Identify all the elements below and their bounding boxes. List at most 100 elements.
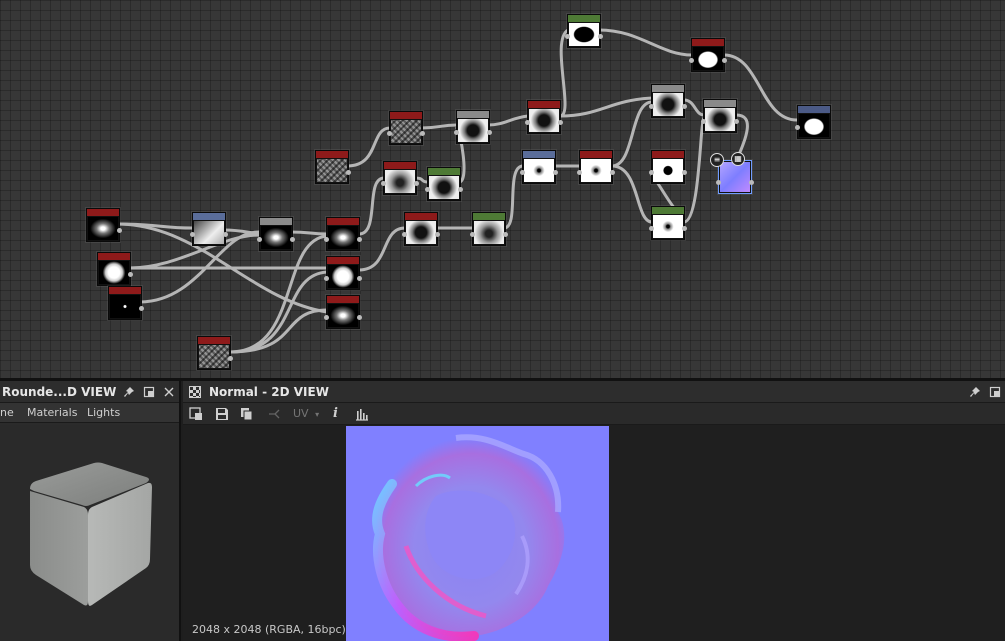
node-blend-c[interactable] xyxy=(324,295,362,329)
2d-viewport[interactable]: 2048 x 2048 (RGBA, 16bpc) xyxy=(183,425,1005,641)
input-port[interactable] xyxy=(520,170,525,175)
node-gradient[interactable] xyxy=(190,212,228,246)
input-port[interactable] xyxy=(324,315,329,320)
pin-icon[interactable] xyxy=(969,386,981,398)
node-shape-ellipse[interactable] xyxy=(86,208,122,242)
input-port[interactable] xyxy=(565,34,570,39)
node-output-mask[interactable] xyxy=(565,14,603,48)
document-icon[interactable]: ≡ xyxy=(710,153,724,167)
node-warp-c[interactable] xyxy=(454,110,492,144)
node-blend-e[interactable] xyxy=(649,84,687,118)
save-icon[interactable] xyxy=(215,407,229,421)
output-port[interactable] xyxy=(558,120,563,125)
input-port[interactable] xyxy=(402,232,407,237)
output-port[interactable] xyxy=(553,170,558,175)
input-port[interactable] xyxy=(387,131,392,136)
histogram-icon[interactable] xyxy=(355,407,369,421)
input-port[interactable] xyxy=(649,104,654,109)
node-blend-gray[interactable] xyxy=(257,217,295,251)
undock-icon[interactable] xyxy=(989,386,1001,398)
node-blur-a[interactable] xyxy=(470,212,508,246)
output-port[interactable] xyxy=(420,131,425,136)
node-shape-disc[interactable] xyxy=(97,252,133,286)
rounded-cube-preview xyxy=(30,462,152,606)
output-port[interactable] xyxy=(357,276,362,281)
output-port[interactable] xyxy=(598,34,603,39)
output-port[interactable] xyxy=(487,130,492,135)
node-noise-small[interactable] xyxy=(315,150,351,184)
input-port[interactable] xyxy=(525,120,530,125)
output-port[interactable] xyxy=(357,237,362,242)
output-port[interactable] xyxy=(139,306,144,311)
output-port[interactable] xyxy=(117,228,122,233)
node-dot-blue[interactable] xyxy=(520,150,558,184)
input-port[interactable] xyxy=(701,119,706,124)
output-port[interactable] xyxy=(435,232,440,237)
input-port[interactable] xyxy=(470,232,475,237)
output-port[interactable] xyxy=(346,170,351,175)
input-port[interactable] xyxy=(190,232,195,237)
node-output-final[interactable] xyxy=(795,105,831,139)
input-port[interactable] xyxy=(324,276,329,281)
node-warp-b[interactable] xyxy=(425,167,463,201)
info-icon[interactable]: i xyxy=(333,407,338,421)
output-port[interactable] xyxy=(290,237,295,242)
input-port[interactable] xyxy=(257,237,262,242)
output-port[interactable] xyxy=(734,119,739,124)
node-header xyxy=(528,101,560,108)
menu-materials[interactable]: Materials xyxy=(27,403,77,423)
input-port[interactable] xyxy=(649,226,654,231)
node-dot-green[interactable] xyxy=(649,206,687,240)
node-noise-large[interactable] xyxy=(387,111,425,145)
output-port[interactable] xyxy=(610,170,615,175)
output-port[interactable] xyxy=(458,187,463,192)
menu-scene[interactable]: ne xyxy=(0,403,14,423)
output-port[interactable] xyxy=(682,104,687,109)
node-header xyxy=(580,151,612,158)
output-port[interactable] xyxy=(414,181,419,186)
node-levels-white-mask[interactable] xyxy=(689,38,727,72)
input-port[interactable] xyxy=(425,187,430,192)
node-blend-a[interactable] xyxy=(324,217,362,251)
uv-dropdown[interactable]: UV ▾ xyxy=(293,407,319,421)
output-port[interactable] xyxy=(357,315,362,320)
output-port[interactable] xyxy=(503,232,508,237)
node-noise-bottom[interactable] xyxy=(197,336,233,370)
input-port[interactable] xyxy=(324,237,329,242)
output-port[interactable] xyxy=(228,356,233,361)
input-port[interactable] xyxy=(649,170,654,175)
checker-icon[interactable]: ▦ xyxy=(731,152,745,166)
output-port[interactable] xyxy=(682,170,687,175)
node-blend-f[interactable] xyxy=(701,99,739,133)
node-graph-canvas[interactable]: ≡ ▦ xyxy=(0,0,1005,378)
node-blend-b[interactable] xyxy=(324,256,362,290)
input-port[interactable] xyxy=(795,125,800,130)
node-black-spot[interactable] xyxy=(649,150,687,184)
input-port[interactable] xyxy=(716,180,721,185)
node-header xyxy=(260,218,292,225)
node-shape-dot[interactable] xyxy=(108,286,144,320)
output-port[interactable] xyxy=(682,226,687,231)
output-port[interactable] xyxy=(749,180,754,185)
input-port[interactable] xyxy=(689,58,694,63)
node-warp-a[interactable] xyxy=(381,161,419,195)
menu-lights[interactable]: Lights xyxy=(87,403,120,423)
node-blend-d[interactable] xyxy=(525,100,563,134)
node-header xyxy=(198,337,230,344)
input-port[interactable] xyxy=(454,130,459,135)
close-icon[interactable] xyxy=(163,386,175,398)
input-port[interactable] xyxy=(577,170,582,175)
output-port[interactable] xyxy=(128,272,133,277)
fit-view-icon[interactable] xyxy=(189,407,203,421)
output-port[interactable] xyxy=(223,232,228,237)
normal-map-preview xyxy=(346,426,609,641)
output-port[interactable] xyxy=(722,58,727,63)
3d-viewport[interactable] xyxy=(0,425,179,641)
pin-icon[interactable] xyxy=(123,386,135,398)
undock-icon[interactable] xyxy=(143,386,155,398)
node-dot-red[interactable] xyxy=(577,150,615,184)
node-blob-a[interactable] xyxy=(402,212,440,246)
copy-icon[interactable] xyxy=(240,407,254,421)
input-port[interactable] xyxy=(381,181,386,186)
node-thumbnail xyxy=(110,295,140,318)
